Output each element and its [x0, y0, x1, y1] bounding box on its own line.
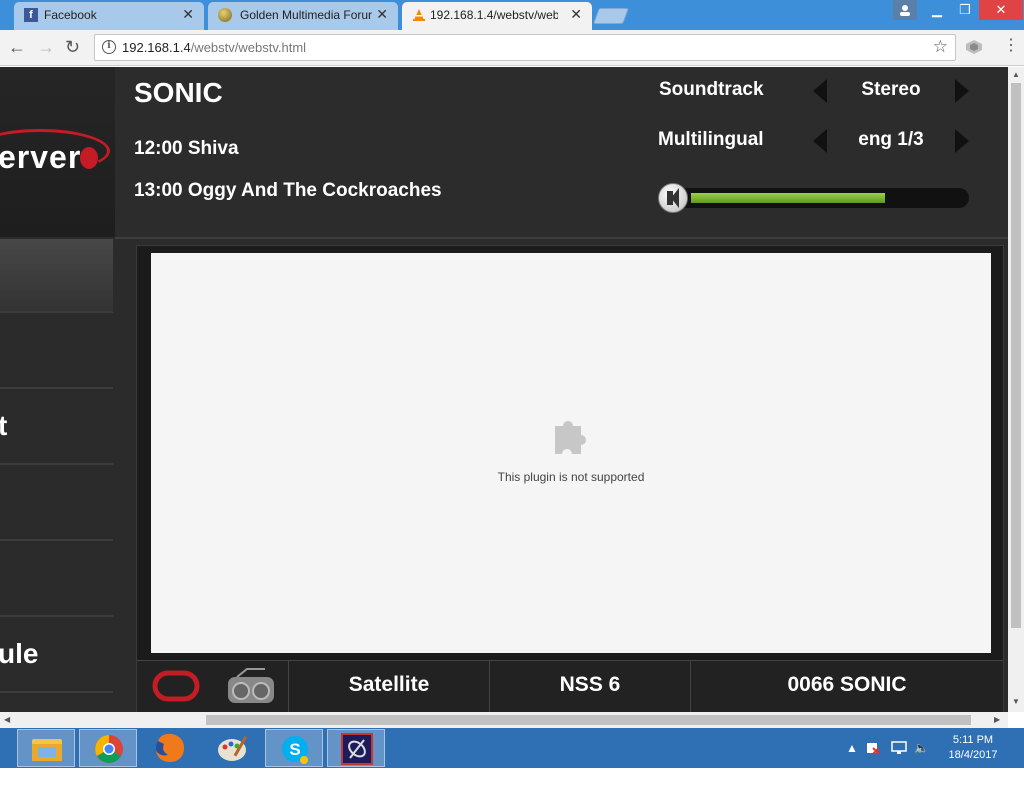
- vlc-cone-icon: [412, 8, 426, 22]
- soundtrack-prev-icon[interactable]: [813, 79, 827, 103]
- desktop-bottom: [0, 768, 1024, 800]
- multilingual-value: eng 1/3: [858, 129, 924, 150]
- soundtrack-next-icon[interactable]: [955, 79, 969, 103]
- multilingual-prev-icon[interactable]: [813, 129, 827, 153]
- menu-item-6[interactable]: ule: [0, 619, 113, 693]
- tab-facebook[interactable]: f Facebook ✕: [14, 2, 204, 30]
- plugin-placeholder[interactable]: This plugin is not supported: [151, 253, 991, 653]
- satellite-name: NSS 6: [489, 661, 690, 712]
- soundtrack-value: Stereo: [861, 79, 921, 100]
- tab-title: Golden Multimedia Forur: [240, 8, 373, 22]
- puzzle-piece-icon: [555, 421, 586, 454]
- menu-item-5[interactable]: [0, 543, 113, 617]
- volume-level: [691, 193, 885, 203]
- show-hidden-icons[interactable]: ▲: [846, 741, 858, 755]
- horizontal-scrollbar[interactable]: ◀ ▶: [0, 712, 1008, 728]
- reload-icon[interactable]: ↻: [65, 37, 80, 57]
- scroll-left-icon[interactable]: ◀: [4, 715, 10, 724]
- menu-item-4[interactable]: [0, 467, 113, 541]
- facebook-icon: f: [24, 8, 38, 22]
- bookmark-star-icon[interactable]: ☆: [933, 37, 948, 57]
- scroll-up-icon[interactable]: ▲: [1012, 70, 1020, 79]
- menu-item-7[interactable]: c: [0, 695, 113, 712]
- volume-tray-icon[interactable]: 🔈: [914, 741, 929, 755]
- menu-item-2[interactable]: [0, 315, 113, 389]
- soundtrack-label: Soundtrack: [659, 79, 764, 100]
- skype-icon[interactable]: S: [265, 729, 323, 767]
- tab-webstv[interactable]: 192.168.1.4/webstv/webs ✕: [402, 2, 592, 30]
- menu-item-3[interactable]: t: [0, 391, 113, 465]
- svg-text:S: S: [289, 740, 300, 759]
- address-bar[interactable]: i 192.168.1.4/webstv/webstv.html ☆: [94, 34, 956, 61]
- back-icon[interactable]: ←: [8, 37, 26, 57]
- tab-close-icon[interactable]: ✕: [570, 6, 582, 23]
- channel-number: 0066 SONIC: [690, 661, 1003, 712]
- golden-forum-icon: [218, 8, 232, 22]
- user-profile-icon[interactable]: [893, 0, 917, 20]
- info-icon[interactable]: i: [102, 40, 116, 54]
- radio-icon[interactable]: [225, 667, 277, 705]
- network-icon[interactable]: [891, 741, 907, 758]
- plugin-message: This plugin is not supported: [497, 470, 645, 484]
- menu-icon[interactable]: ⋮: [1003, 36, 1019, 56]
- tv-icon[interactable]: [151, 669, 201, 703]
- horizontal-scroll-thumb[interactable]: [206, 715, 971, 725]
- channel-header: SONIC 12:00 Shiva 13:00 Oggy And The Coc…: [115, 67, 1008, 239]
- volume-slider[interactable]: [658, 183, 969, 213]
- source-type: Satellite: [288, 661, 489, 712]
- tab-title: Facebook: [44, 8, 97, 22]
- webstv-page: erver SONIC 12:00 Shiva 13:00 Oggy And T…: [0, 67, 1008, 712]
- chrome-icon[interactable]: [79, 729, 137, 767]
- close-window-icon[interactable]: ✕: [979, 0, 1023, 20]
- epg-event-current: 12:00 Shiva: [134, 138, 239, 159]
- vertical-scrollbar[interactable]: ▲ ▼: [1008, 67, 1024, 712]
- scroll-down-icon[interactable]: ▼: [1012, 697, 1020, 706]
- menu-item-1[interactable]: [0, 239, 113, 313]
- satellite-app-icon[interactable]: [327, 729, 385, 767]
- file-explorer-icon[interactable]: [17, 729, 75, 767]
- logo-dot: [80, 147, 98, 169]
- forward-icon[interactable]: →: [37, 37, 55, 57]
- system-clock[interactable]: 5:11 PM 18/4/2017: [936, 733, 1010, 763]
- tab-golden-multimedia[interactable]: Golden Multimedia Forur ✕: [208, 2, 398, 30]
- logo: erver: [0, 67, 115, 237]
- tab-close-icon[interactable]: ✕: [376, 6, 388, 23]
- vertical-scroll-thumb[interactable]: [1011, 83, 1021, 628]
- taskbar: S ▲ 🔈 5:11 PM 18/4/2017: [0, 728, 1024, 768]
- side-menu: t ule c: [0, 239, 115, 712]
- multilingual-label: Multilingual: [658, 129, 764, 150]
- video-player: This plugin is not supported Satellite N…: [136, 245, 1004, 712]
- channel-name: SONIC: [134, 77, 223, 108]
- paint-icon[interactable]: [203, 729, 261, 767]
- browser-toolbar: ← → ↻ i 192.168.1.4/webstv/webstv.html ☆…: [0, 30, 1024, 66]
- browser-titlebar: f Facebook ✕ Golden Multimedia Forur ✕ 1…: [0, 0, 1024, 30]
- multilingual-next-icon[interactable]: [955, 129, 969, 153]
- firefox-icon[interactable]: [141, 729, 199, 767]
- player-info-bar: Satellite NSS 6 0066 SONIC: [137, 660, 1003, 712]
- speaker-icon[interactable]: [658, 183, 688, 213]
- url-text: 192.168.1.4/webstv/webstv.html: [122, 40, 307, 55]
- tab-title: 192.168.1.4/webstv/webs: [430, 8, 558, 22]
- clock-time: 5:11 PM: [952, 734, 994, 746]
- action-center-icon[interactable]: [866, 741, 880, 758]
- new-tab-button[interactable]: [593, 8, 629, 24]
- extension-icon[interactable]: [965, 39, 983, 59]
- logo-text: erver: [0, 139, 82, 175]
- tab-close-icon[interactable]: ✕: [182, 6, 194, 23]
- scroll-right-icon[interactable]: ▶: [994, 715, 1000, 724]
- clock-date: 18/4/2017: [948, 749, 998, 761]
- restore-icon[interactable]: ❐: [951, 0, 979, 20]
- epg-event-next: 13:00 Oggy And The Cockroaches: [134, 180, 442, 201]
- minimize-icon[interactable]: ▁: [923, 0, 951, 20]
